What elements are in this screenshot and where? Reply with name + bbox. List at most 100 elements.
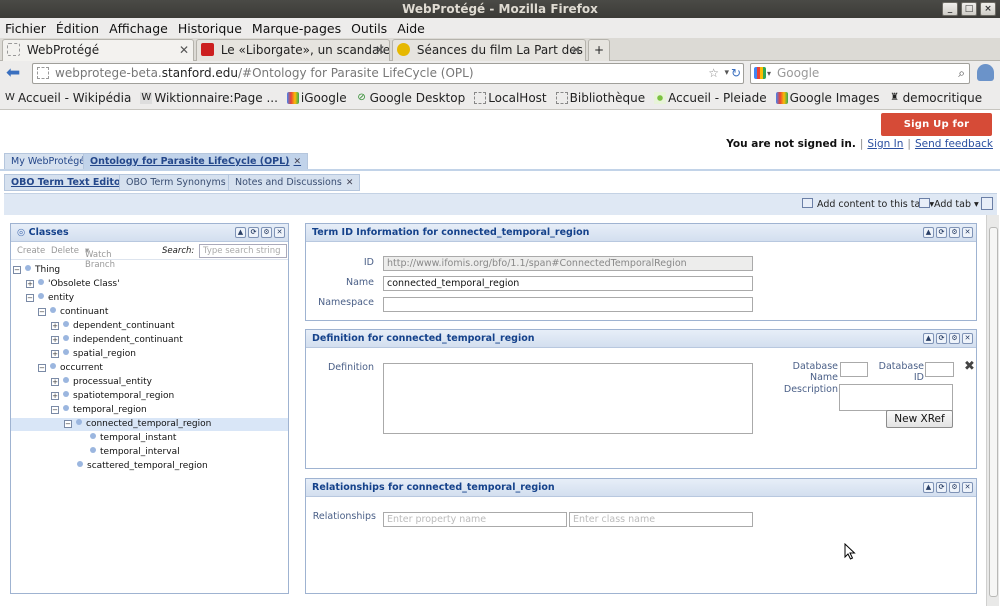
tree-node-independent-continuant[interactable]: + independent_continuant [51, 334, 183, 347]
add-content-button[interactable]: Add content to this tab ▾ [802, 198, 934, 210]
bookmark-pleiade[interactable]: Accueil - Pleiade [654, 91, 767, 105]
tree-node-processual-entity[interactable]: + processual_entity [51, 376, 152, 389]
collapse-node-icon[interactable]: − [13, 266, 21, 274]
collapse-icon[interactable]: ▲ [923, 482, 934, 493]
close-tab-icon[interactable]: ✕ [294, 157, 302, 167]
new-xref-button[interactable]: New XRef [886, 410, 953, 428]
bookmark-bibliotheque[interactable]: Bibliothèque [555, 91, 645, 105]
remove-xref-icon[interactable]: ✖ [964, 359, 975, 374]
menu-fichier[interactable]: Fichier [0, 21, 51, 36]
refresh-icon[interactable]: ⟳ [936, 227, 947, 238]
namespace-field[interactable] [383, 297, 753, 312]
settings-icon[interactable]: ⚙ [261, 227, 272, 238]
settings-icon[interactable]: ⚙ [949, 333, 960, 344]
description-field[interactable] [839, 384, 953, 411]
tab-my-webprotege[interactable]: My WebProtégé [4, 153, 93, 169]
refresh-icon[interactable]: ⟳ [936, 333, 947, 344]
close-icon[interactable]: ✕ [274, 227, 285, 238]
tree-node-spatiotemporal-region[interactable]: + spatiotemporal_region [51, 390, 174, 403]
collapse-node-icon[interactable]: − [38, 364, 46, 372]
bookmark-localhost[interactable]: LocalHost [474, 91, 547, 105]
page-layout-icon[interactable] [981, 197, 997, 212]
dropdown-arrow-icon[interactable]: ▾ [724, 64, 729, 83]
tree-node-temporal-instant[interactable]: temporal_instant [86, 432, 176, 445]
collapse-icon[interactable]: ▲ [923, 333, 934, 344]
maximize-icon[interactable]: □ [961, 2, 977, 16]
name-field[interactable]: connected_temporal_region [383, 276, 753, 291]
close-tab-icon[interactable]: ✕ [179, 40, 189, 60]
minimize-icon[interactable]: _ [942, 2, 958, 16]
id-field[interactable]: http://www.ifomis.org/bfo/1.1/span#Conne… [383, 256, 753, 271]
collapse-node-icon[interactable]: − [51, 406, 59, 414]
expand-node-icon[interactable]: + [51, 378, 59, 386]
settings-icon[interactable]: ⚙ [949, 227, 960, 238]
expand-node-icon[interactable]: + [51, 336, 59, 344]
reload-icon[interactable]: ↻ [731, 64, 741, 83]
tree-node-obsolete-class[interactable]: + 'Obsolete Class' [26, 278, 120, 291]
close-window-icon[interactable]: × [980, 2, 996, 16]
signin-link[interactable]: Sign In [867, 138, 903, 150]
browser-tab-liborgate[interactable]: Le «Liborgate», un scandale ... ✕ [196, 39, 390, 61]
database-name-field[interactable] [840, 362, 868, 377]
expand-node-icon[interactable]: + [51, 350, 59, 358]
dropdown-arrow-icon[interactable]: ▾ [767, 64, 771, 83]
expand-node-icon[interactable]: + [26, 280, 34, 288]
url-bar[interactable]: webprotege-beta.stanford.edu/#Ontology f… [32, 63, 744, 84]
class-search-input[interactable]: Type search string [199, 244, 287, 258]
google-engine-icon[interactable] [754, 67, 766, 79]
delete-button[interactable]: Delete [51, 246, 79, 256]
menu-historique[interactable]: Historique [173, 21, 247, 36]
property-name-input[interactable]: Enter property name [383, 512, 567, 527]
page-scrollbar[interactable] [986, 215, 999, 606]
tree-node-temporal-region[interactable]: − temporal_region [51, 404, 147, 417]
close-tab-icon[interactable]: ✕ [346, 178, 354, 188]
close-icon[interactable]: ✕ [962, 333, 973, 344]
collapse-node-icon[interactable]: − [64, 420, 72, 428]
home-icon[interactable] [977, 64, 994, 81]
collapse-node-icon[interactable]: − [26, 294, 34, 302]
definition-textarea[interactable] [383, 363, 753, 434]
bookmark-igoogle[interactable]: iGoogle [286, 91, 347, 105]
menu-outils[interactable]: Outils [346, 21, 392, 36]
tree-node-spatial-region[interactable]: + spatial_region [51, 348, 136, 361]
collapse-node-icon[interactable]: − [38, 308, 46, 316]
menu-edition[interactable]: Édition [51, 21, 104, 36]
collapse-icon[interactable]: ▲ [235, 227, 246, 238]
bookmark-google-images[interactable]: Google Images [775, 91, 880, 105]
browser-tab-seances[interactable]: Séances du film La Part des ... ✕ [392, 39, 586, 61]
menu-aide[interactable]: Aide [392, 21, 430, 36]
send-feedback-link[interactable]: Send feedback [915, 138, 993, 150]
create-button[interactable]: Create [17, 246, 45, 256]
tree-node-dependent-continuant[interactable]: + dependent_continuant [51, 320, 175, 333]
scrollbar-thumb[interactable] [989, 227, 998, 597]
tree-node-continuant[interactable]: − continuant [38, 306, 108, 319]
close-icon[interactable]: ✕ [962, 482, 973, 493]
search-bar[interactable]: ▾ Google ⌕ [750, 63, 970, 84]
new-tab-button[interactable]: + [588, 39, 610, 61]
close-icon[interactable]: ✕ [962, 227, 973, 238]
bookmark-democritique[interactable]: ♜ democritique [889, 91, 982, 105]
tab-obo-term-synonyms[interactable]: OBO Term Synonyms✕ [119, 174, 245, 191]
add-tab-button[interactable]: Add tab ▾ [919, 198, 979, 210]
back-arrow-icon[interactable]: ⬅ [6, 64, 20, 82]
refresh-icon[interactable]: ⟳ [248, 227, 259, 238]
watch-branch-button[interactable]: Watch Branch ▾ [85, 246, 115, 270]
class-name-input[interactable]: Enter class name [569, 512, 753, 527]
binoculars-icon[interactable]: ⌕ [958, 64, 965, 83]
tree-node-temporal-interval[interactable]: temporal_interval [86, 446, 180, 459]
expand-node-icon[interactable]: + [51, 322, 59, 330]
bookmark-wikipedia[interactable]: W Accueil - Wikipédia [4, 91, 131, 105]
settings-icon[interactable]: ⚙ [949, 482, 960, 493]
menu-affichage[interactable]: Affichage [104, 21, 173, 36]
signup-button[interactable]: Sign Up for Account [881, 113, 992, 153]
collapse-icon[interactable]: ▲ [923, 227, 934, 238]
tree-node-scattered-temporal-region[interactable]: scattered_temporal_region [73, 460, 208, 473]
tree-node-thing[interactable]: − Thing [13, 264, 60, 277]
database-id-field[interactable] [925, 362, 954, 377]
tree-node-entity[interactable]: − entity [26, 292, 74, 305]
bookmark-wiktionnaire[interactable]: W Wiktionnaire:Page ... [140, 91, 278, 105]
close-tab-icon[interactable]: ✕ [375, 40, 385, 60]
bookmark-google-desktop[interactable]: ⊘ Google Desktop [356, 91, 465, 105]
tab-opl-project[interactable]: Ontology for Parasite LifeCycle (OPL) ✕ [83, 153, 309, 169]
refresh-icon[interactable]: ⟳ [936, 482, 947, 493]
